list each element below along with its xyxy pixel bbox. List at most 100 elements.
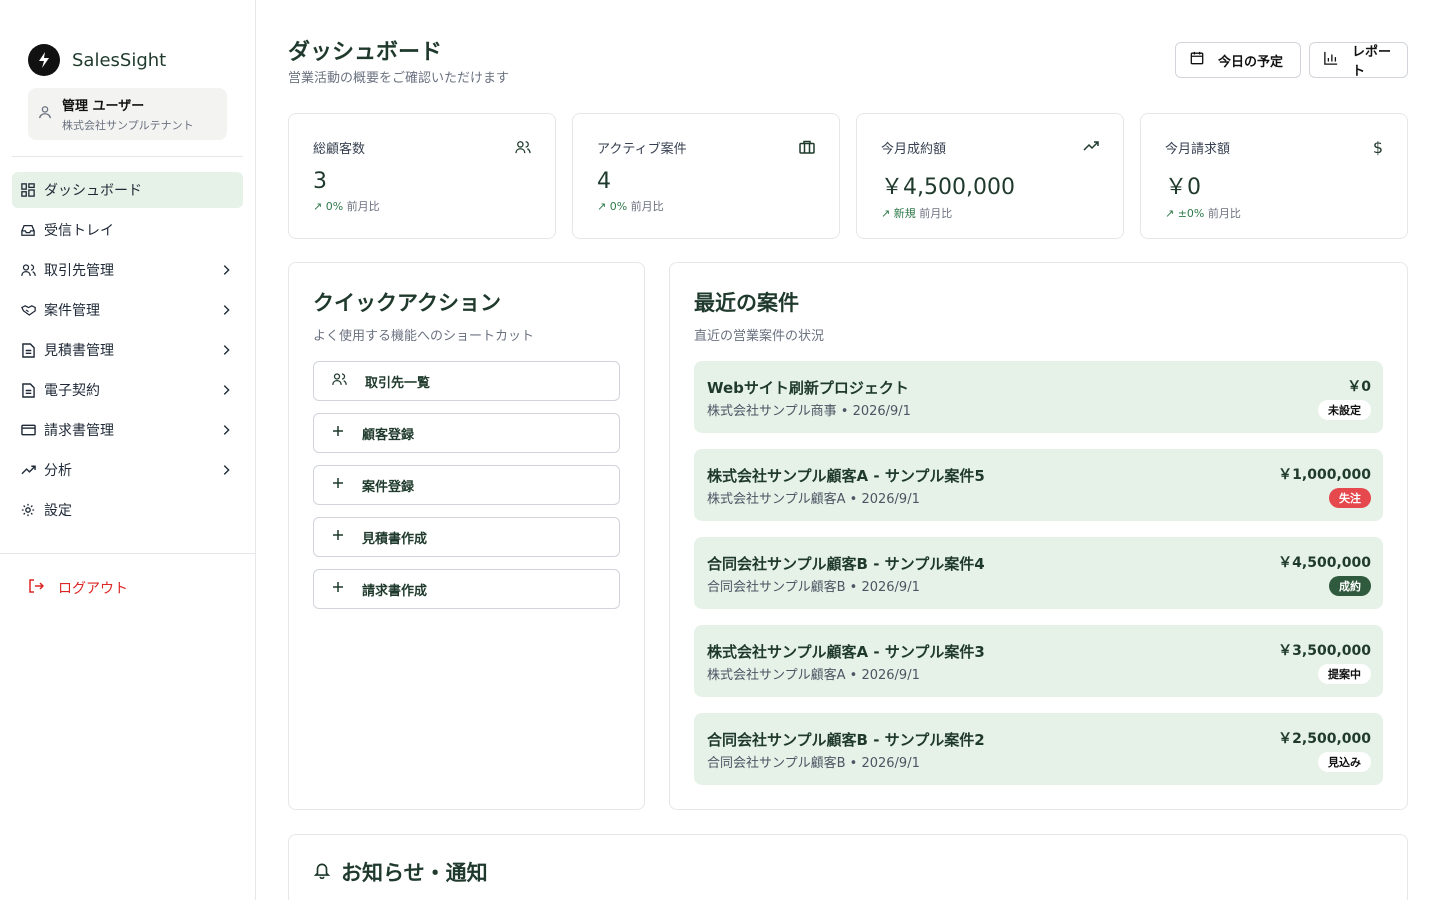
deal-amount: ￥1,000,000 bbox=[1278, 467, 1371, 483]
arrow-up-right-icon: ↗ bbox=[313, 200, 323, 213]
deal-title: 株式会社サンプル顧客A - サンプル案件5 bbox=[707, 467, 985, 485]
deal-title: 株式会社サンプル顧客A - サンプル案件3 bbox=[707, 643, 985, 661]
quick-action-label: 顧客登録 bbox=[362, 427, 415, 443]
page-title: ダッシュボード bbox=[288, 40, 443, 65]
briefcase-icon bbox=[799, 140, 815, 158]
chevron-right-icon bbox=[219, 343, 233, 361]
report-button-label: レポート bbox=[1352, 45, 1392, 79]
app-name: SalesSight bbox=[72, 49, 167, 71]
sidebar-item-label: ダッシュボード bbox=[44, 183, 142, 199]
deal-item[interactable]: 株式会社サンプル顧客A - サンプル案件3 株式会社サンプル顧客A • 2026… bbox=[694, 625, 1383, 697]
deal-item[interactable]: 株式会社サンプル顧客A - サンプル案件5 株式会社サンプル顧客A • 2026… bbox=[694, 449, 1383, 521]
quick-actions-subtitle: よく使用する機能へのショートカット bbox=[313, 329, 535, 344]
status-badge: 見込み bbox=[1318, 752, 1371, 772]
deal-item[interactable]: 合同会社サンプル顧客B - サンプル案件4 合同会社サンプル顧客B • 2026… bbox=[694, 537, 1383, 609]
inbox-icon bbox=[20, 222, 36, 238]
deal-meta: 株式会社サンプル顧客A • 2026/9/1 bbox=[707, 668, 920, 683]
stat-card-active-deals: アクティブ案件 4 ↗ 0% 前月比 bbox=[572, 113, 840, 239]
status-badge: 失注 bbox=[1329, 488, 1371, 508]
stat-change-suffix: 前月比 bbox=[346, 200, 380, 213]
sidebar: SalesSight 管理 ユーザー 株式会社サンプルテナント ダッシュボード … bbox=[0, 0, 256, 900]
sidebar-item-quotes[interactable]: 見積書管理 bbox=[12, 332, 243, 368]
user-icon bbox=[38, 105, 52, 123]
sidebar-item-deals[interactable]: 案件管理 bbox=[12, 292, 243, 328]
sidebar-item-e-contract[interactable]: 電子契約 bbox=[12, 372, 243, 408]
recent-deals-card: 最近の案件 直近の営業案件の状況 Webサイト刷新プロジェクト 株式会社サンプル… bbox=[669, 262, 1408, 810]
dashboard-icon bbox=[20, 182, 36, 198]
users-icon bbox=[332, 372, 347, 390]
deal-meta: 株式会社サンプル顧客A • 2026/9/1 bbox=[707, 492, 920, 507]
brand[interactable]: SalesSight bbox=[28, 44, 166, 76]
sidebar-item-inbox[interactable]: 受信トレイ bbox=[12, 212, 243, 248]
stat-card-monthly-closed: 今月成約額 ￥4,500,000 ↗ 新規 前月比 bbox=[856, 113, 1124, 239]
sidebar-item-analytics[interactable]: 分析 bbox=[12, 452, 243, 488]
page-subtitle: 営業活動の概要をご確認いただけます bbox=[288, 71, 510, 86]
arrow-up-right-icon: ↗ bbox=[881, 207, 891, 220]
stat-label: アクティブ案件 bbox=[597, 142, 687, 157]
sidebar-item-label: 請求書管理 bbox=[44, 423, 114, 439]
stat-change: ↗ 0% 前月比 bbox=[597, 198, 815, 214]
trending-up-icon bbox=[20, 462, 36, 478]
user-card[interactable]: 管理 ユーザー 株式会社サンプルテナント bbox=[28, 88, 227, 140]
deal-amount: ￥4,500,000 bbox=[1278, 555, 1371, 571]
schedule-button-label: 今日の予定 bbox=[1218, 54, 1284, 70]
sidebar-item-label: 受信トレイ bbox=[44, 223, 114, 239]
quick-actions-title: クイックアクション bbox=[313, 291, 501, 315]
schedule-button[interactable]: 今日の予定 bbox=[1175, 42, 1301, 78]
document-icon bbox=[20, 382, 36, 398]
arrow-up-right-icon: ↗ bbox=[597, 200, 607, 213]
stat-label: 今月成約額 bbox=[881, 142, 947, 157]
sidebar-item-label: 設定 bbox=[44, 503, 72, 519]
calendar-icon bbox=[1190, 51, 1204, 69]
arrow-up-right-icon: ↗ bbox=[1165, 207, 1175, 220]
notifications-title: お知らせ・通知 bbox=[341, 861, 488, 885]
user-name: 管理 ユーザー bbox=[62, 99, 145, 114]
deal-meta: 合同会社サンプル顧客B • 2026/9/1 bbox=[707, 580, 920, 595]
quick-action-label: 請求書作成 bbox=[362, 583, 428, 599]
user-tenant: 株式会社サンプルテナント bbox=[62, 119, 194, 132]
sidebar-item-dashboard[interactable]: ダッシュボード bbox=[12, 172, 243, 208]
status-badge: 成約 bbox=[1329, 576, 1371, 596]
stat-change-suffix: 前月比 bbox=[1207, 207, 1241, 220]
dollar-icon: $ bbox=[1372, 138, 1383, 157]
logout-button[interactable]: ログアウト bbox=[28, 578, 128, 598]
stat-value: ￥4,500,000 bbox=[881, 175, 1015, 200]
create-quote-button[interactable]: 見積書作成 bbox=[313, 517, 620, 557]
users-icon bbox=[20, 262, 36, 278]
deal-item[interactable]: Webサイト刷新プロジェクト 株式会社サンプル商事 • 2026/9/1 ￥0 … bbox=[694, 361, 1383, 433]
sidebar-item-label: 見積書管理 bbox=[44, 343, 114, 359]
deal-item[interactable]: 合同会社サンプル顧客B - サンプル案件2 合同会社サンプル顧客B • 2026… bbox=[694, 713, 1383, 785]
plus-icon bbox=[332, 425, 344, 441]
notifications-card: お知らせ・通知 bbox=[288, 834, 1408, 900]
document-icon bbox=[20, 342, 36, 358]
plus-icon bbox=[332, 477, 344, 493]
stat-value: ￥0 bbox=[1165, 175, 1201, 200]
create-invoice-button[interactable]: 請求書作成 bbox=[313, 569, 620, 609]
register-deal-button[interactable]: 案件登録 bbox=[313, 465, 620, 505]
stat-change: ↗ 0% 前月比 bbox=[313, 198, 531, 214]
sidebar-item-invoices[interactable]: 請求書管理 bbox=[12, 412, 243, 448]
bell-icon bbox=[313, 861, 331, 883]
stat-label: 今月請求額 bbox=[1165, 142, 1231, 157]
sidebar-item-label: 案件管理 bbox=[44, 303, 100, 319]
sidebar-item-clients[interactable]: 取引先管理 bbox=[12, 252, 243, 288]
deal-amount: ￥3,500,000 bbox=[1278, 643, 1371, 659]
sidebar-item-settings[interactable]: 設定 bbox=[12, 492, 243, 528]
stat-card-total-customers: 総顧客数 3 ↗ 0% 前月比 bbox=[288, 113, 556, 239]
deal-meta: 合同会社サンプル顧客B • 2026/9/1 bbox=[707, 756, 920, 771]
client-list-button[interactable]: 取引先一覧 bbox=[313, 361, 620, 401]
register-customer-button[interactable]: 顧客登録 bbox=[313, 413, 620, 453]
stat-change-value: ±0% bbox=[1177, 207, 1205, 220]
stat-change-suffix: 前月比 bbox=[919, 207, 953, 220]
deal-title: Webサイト刷新プロジェクト bbox=[707, 379, 909, 397]
quick-actions-card: クイックアクション よく使用する機能へのショートカット 取引先一覧 顧客登録 案… bbox=[288, 262, 645, 810]
stat-change: ↗ 新規 前月比 bbox=[881, 205, 1099, 221]
stat-label: 総顧客数 bbox=[313, 142, 366, 157]
report-button[interactable]: レポート bbox=[1309, 42, 1408, 79]
bar-chart-icon bbox=[1324, 51, 1338, 69]
stat-change-value: 新規 bbox=[893, 207, 916, 220]
sidebar-item-label: 取引先管理 bbox=[44, 263, 114, 279]
sidebar-divider bbox=[0, 553, 255, 554]
quick-action-label: 見積書作成 bbox=[362, 531, 428, 547]
quick-action-label: 取引先一覧 bbox=[365, 375, 431, 391]
